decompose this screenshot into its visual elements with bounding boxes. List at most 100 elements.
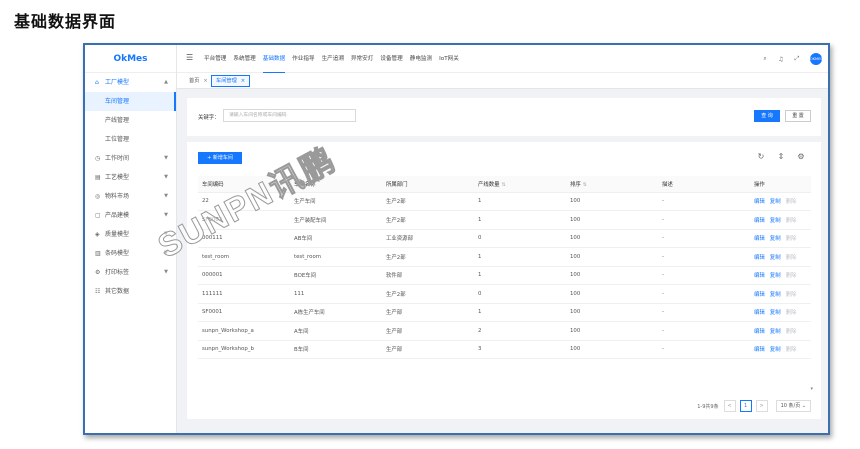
close-icon[interactable]: × [203,78,207,84]
tab-workshop-management[interactable]: 车间管理 × [211,75,251,87]
topnav-item[interactable]: 作业指导 [292,45,314,73]
column-header: 描述 [658,176,750,193]
sidebar-item[interactable]: ⚙ 打印标签 ▼ [85,263,176,282]
fullscreen-icon[interactable]: ⤢ [790,55,804,63]
cell-name: BOE车间 [290,266,382,285]
delete-button[interactable]: 删除 [786,236,797,242]
sidebar-subitem[interactable]: 产线管理 [85,111,176,130]
chevron-up-icon: ▲ [164,79,168,85]
density-icon[interactable]: ⇕ [771,152,791,161]
add-workshop-button[interactable]: + 新增车间 [198,152,242,164]
cell-lines: 1 [474,303,566,322]
app-logo: OkMes [85,45,176,73]
menu-toggle-icon[interactable]: ☰ [186,54,194,62]
topnav-item[interactable]: 平台管理 [204,45,226,73]
sidebar-item[interactable]: ◎ 物料市场 ▼ [85,187,176,206]
tab-bar: 首页 × 车间管理 × [177,73,828,89]
copy-button[interactable]: 复制 [770,273,781,279]
edit-button[interactable]: 编辑 [754,310,765,316]
copy-button[interactable]: 复制 [770,236,781,242]
sort-icon[interactable]: ⇅ [583,182,587,188]
edit-button[interactable]: 编辑 [754,218,765,224]
column-header: 操作 [750,176,811,193]
copy-button[interactable]: 复制 [770,255,781,261]
copy-button[interactable]: 复制 [770,329,781,335]
refresh-icon[interactable]: ↻ [751,152,771,161]
cell-code: 111111 [198,284,290,304]
sidebar-item[interactable]: ▤ 工艺模型 ▼ [85,168,176,187]
cell-sort: 100 [566,192,658,211]
tab-home[interactable]: 首页 × [185,75,212,87]
edit-button[interactable]: 编辑 [754,273,765,279]
topnav-item[interactable]: 静电监测 [410,45,432,73]
copy-button[interactable]: 复制 [770,347,781,353]
copy-button[interactable]: 复制 [770,218,781,224]
process-icon: ▤ [95,174,101,181]
column-header: 所属部门 [382,176,474,193]
bell-icon[interactable]: ♫ [774,56,788,63]
topnav-item[interactable]: 设备管理 [380,45,402,73]
edit-button[interactable]: 编辑 [754,255,765,261]
chevron-down-icon: ▼ [164,174,168,180]
sidebar-item[interactable]: ☷ 其它数据 [85,282,176,301]
edit-button[interactable]: 编辑 [754,292,765,298]
avatar[interactable]: OKMES [810,53,823,65]
query-button[interactable]: 查 询 [754,110,780,122]
cell-name: 生产装配车间 [290,210,382,230]
sidebar-item[interactable]: ⌂ 工厂模型 ▲ [85,73,176,92]
page-size-select[interactable]: 10 条/页 ⌄ [775,400,811,412]
cell-lines: 1 [474,266,566,285]
topnav-item[interactable]: IoT网关 [439,45,459,73]
delete-button[interactable]: 删除 [786,273,797,279]
search-icon[interactable]: ⌕ [758,55,772,63]
sort-icon[interactable]: ⇅ [502,182,506,188]
cell-lines: 0 [474,229,566,248]
topnav-item[interactable]: 异常安灯 [351,45,373,73]
table-row: 000001 BOE车间 软件部 1 100- 编辑 复制 删除 [198,266,811,285]
sidebar-subitem[interactable]: 车间管理 [85,92,176,111]
table-row: test_room test_room 生产2部 1 100- 编辑 复制 删除 [198,247,811,267]
delete-button[interactable]: 删除 [786,255,797,261]
cell-dept: 软件部 [382,266,474,285]
column-header[interactable]: 产线数量 ⇅ [474,176,566,193]
cell-desc: - [658,284,750,304]
cell-dept: 工业资源部 [382,229,474,248]
delete-button[interactable]: 删除 [786,218,797,224]
edit-button[interactable]: 编辑 [754,329,765,335]
edit-button[interactable]: 编辑 [754,199,765,205]
delete-button[interactable]: 删除 [786,310,797,316]
cell-sort: 100 [566,303,658,322]
prev-page-button[interactable]: < [723,400,736,412]
delete-button[interactable]: 删除 [786,329,797,335]
edit-button[interactable]: 编辑 [754,236,765,242]
table-row: SF0002 生产装配车间 生产2部 1 100- 编辑 复制 删除 [198,210,811,230]
topnav-item[interactable]: 基础数据 [262,45,286,73]
product-icon: ▢ [95,212,101,219]
page-1-button[interactable]: 1 [739,400,752,412]
topnav-item[interactable]: 系统管理 [233,45,255,73]
next-page-button[interactable]: > [755,400,768,412]
delete-button[interactable]: 删除 [786,347,797,353]
delete-button[interactable]: 删除 [786,199,797,205]
copy-button[interactable]: 复制 [770,199,781,205]
delete-button[interactable]: 删除 [786,292,797,298]
cell-name: A车间 [290,321,382,341]
table-row: 111111 111 生产2部 0 100- 编辑 复制 删除 [198,284,811,304]
top-nav: 平台管理 系统管理 基础数据 作业指导 生产追溯 异常安灯 设备管理 静电监测 IoT网关 [204,45,466,73]
copy-button[interactable]: 复制 [770,292,781,298]
reset-button[interactable]: 重 置 [785,110,811,122]
edit-button[interactable]: 编辑 [754,347,765,353]
column-header[interactable]: 排序 ⇅ [566,176,658,193]
sidebar-item[interactable]: ◷ 工作时间 ▼ [85,149,176,168]
topnav-item[interactable]: 生产追溯 [322,45,344,73]
scroll-down-icon[interactable]: ▾ [810,386,813,392]
table-row: 000111 AB车间 工业资源部 0 100- 编辑 复制 删除 [198,229,811,248]
sidebar-subitem[interactable]: 工位管理 [85,130,176,149]
pagination: 1-9共9条 < 1 > 10 条/页 ⌄ [697,400,811,412]
sidebar-item-label: 工作时间 [105,155,130,162]
cell-name: B车间 [290,340,382,359]
copy-button[interactable]: 复制 [770,310,781,316]
settings-icon[interactable]: ⚙ [791,152,811,161]
close-icon[interactable]: × [241,78,245,84]
keyword-search-input[interactable]: 请输入车间名称或车间编码 [223,109,356,122]
